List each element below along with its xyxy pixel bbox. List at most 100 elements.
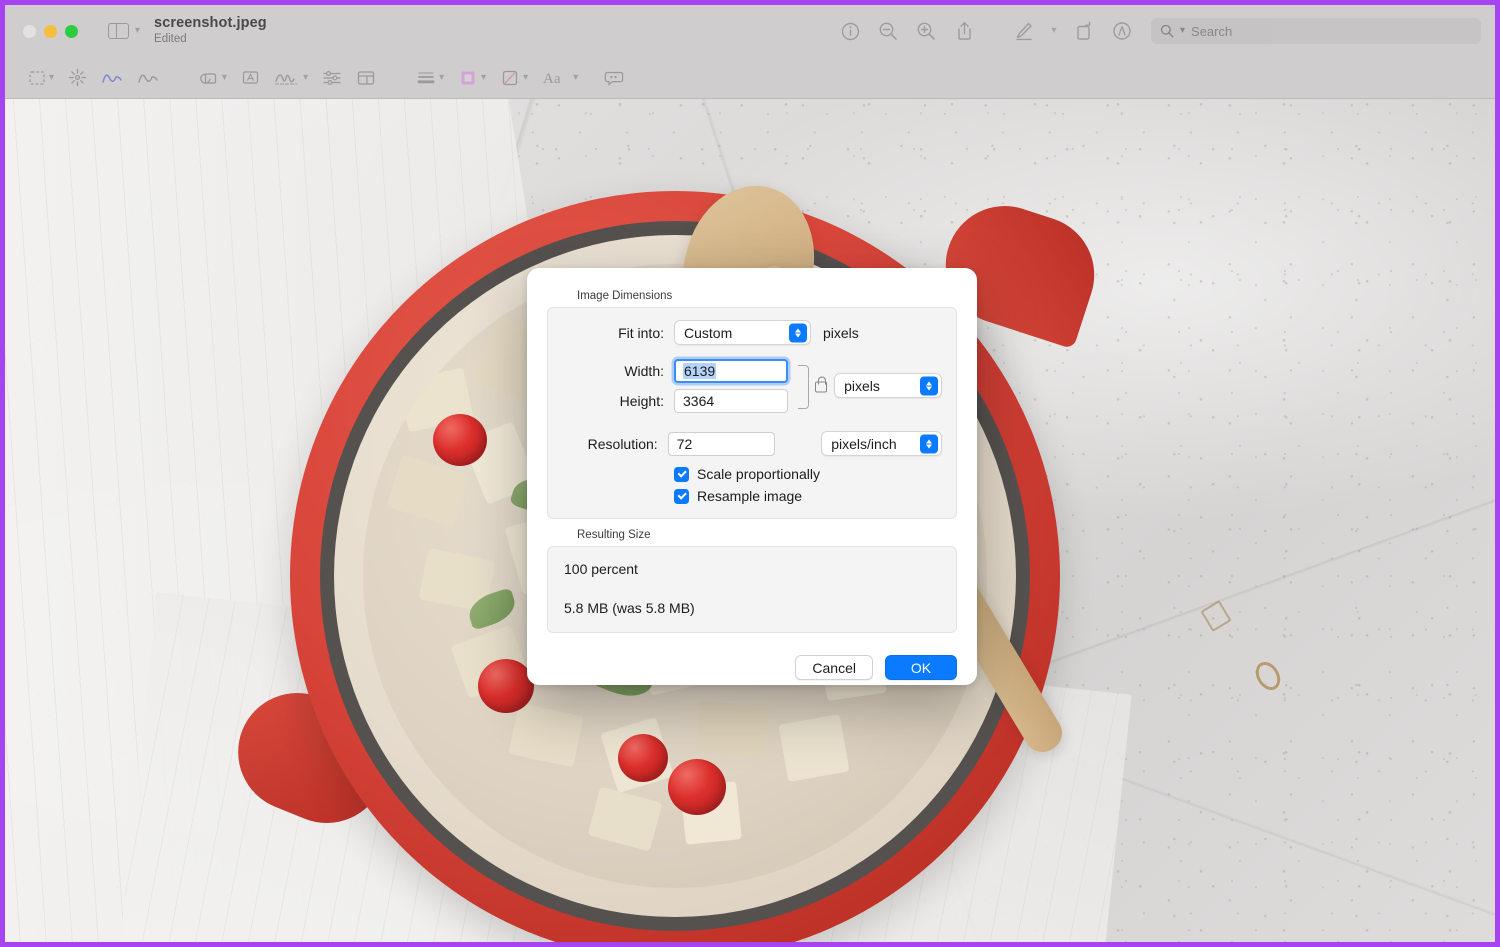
chevron-down-icon: ▾ [439,71,445,83]
image-dimensions-group: Fit into: Custom pixels Width: 6139 Heig… [547,307,957,519]
search-magnifier-icon [1160,24,1174,38]
fit-into-row: Fit into: Custom pixels [562,320,942,345]
fit-into-select[interactable]: Custom [674,320,811,345]
aspect-lock-group [796,359,834,415]
share-arrow-icon [957,22,971,40]
minimize-window-button[interactable] [44,24,57,38]
svg-text:Aa: Aa [543,71,561,87]
dialog-button-row: Cancel OK [547,655,957,680]
fill-color-icon [503,70,518,85]
shape-style-tool-button[interactable]: ▾ [409,63,451,93]
chevron-down-icon: ▾ [135,25,141,36]
fill-color-tool-button[interactable]: ▾ [493,63,535,93]
dimension-unit-select[interactable]: pixels [834,373,942,398]
info-button[interactable] [831,16,869,46]
instant-alpha-tool-button[interactable] [61,63,94,93]
circle-a-icon [1113,22,1131,40]
height-row: Height: 3364 [562,389,788,413]
resolution-value: 72 [676,435,693,452]
resolution-label: Resolution: [587,435,658,452]
dimension-unit-value: pixels [844,377,880,394]
closed-lock-icon [815,376,827,393]
close-window-button[interactable] [23,24,36,38]
markup-toolbar: ▾ ▾ ▾ ▾ ▾ ▾ Aa ▾ [5,57,1495,99]
chevron-down-icon: ▾ [303,71,309,83]
document-title-block: screenshot.jpeg Edited [154,15,267,47]
sketch-tool-button[interactable] [94,63,130,93]
height-value: 3364 [683,393,715,409]
image-canvas[interactable]: Image Dimensions Fit into: Custom pixels [5,99,1495,942]
fit-into-stepper-icon [789,323,807,342]
image-dimensions-section-label: Image Dimensions [577,290,673,302]
font-style-tool-button[interactable]: Aa ▾ [535,63,585,93]
image-resize-dialog: Image Dimensions Fit into: Custom pixels [527,268,977,685]
resolution-input[interactable]: 72 [667,431,776,456]
sidebar-icon [108,23,129,39]
fit-into-label: Fit into: [618,324,664,341]
zoom-out-button[interactable] [869,16,907,46]
chevron-down-icon: ▾ [573,71,579,83]
checkmark-icon [677,490,686,500]
chevron-down-icon: ▾ [222,71,228,83]
fit-into-unit-label: pixels [823,324,859,341]
height-input[interactable]: 3364 [674,389,788,413]
fit-into-value: Custom [684,324,733,341]
resample-image-row[interactable]: Resample image [674,488,942,504]
chevron-down-icon: ▾ [481,71,487,83]
sparkle-icon [68,68,87,87]
shapes-tool-button[interactable]: ▾ [192,63,234,93]
maximize-window-button[interactable] [65,24,78,38]
scale-proportionally-checkbox[interactable] [674,466,689,482]
rotate-button[interactable] [1065,16,1103,46]
magnifier-minus-icon [879,22,897,40]
resolution-unit-stepper-icon [920,434,938,453]
resample-image-checkbox[interactable] [674,488,689,504]
pencil-markup-icon [1016,22,1032,41]
font-aa-icon: Aa [543,71,561,87]
markup-options-button[interactable]: ▾ [1043,16,1065,46]
width-label: Width: [624,363,664,379]
resulting-file-size: 5.8 MB (was 5.8 MB) [564,600,695,616]
search-field[interactable]: ▾ Search [1151,18,1481,44]
signature-tool-button[interactable]: ▾ [267,63,315,93]
annotate-button[interactable] [1103,16,1141,46]
adjust-color-tool-button[interactable] [315,63,349,93]
resolution-unit-select[interactable]: pixels/inch [821,431,942,456]
search-placeholder: Search [1191,23,1233,39]
markup-button[interactable] [1005,16,1043,46]
signature-icon [275,73,298,85]
share-button[interactable] [945,16,983,46]
crop-resize-icon [357,70,375,85]
adjust-size-tool-button[interactable] [349,63,383,93]
text-tool-button[interactable] [234,63,267,93]
shapes-icon [200,73,217,84]
dimension-unit-stepper-icon [920,376,938,395]
resulting-percent: 100 percent [564,561,638,577]
traffic-light-group [23,24,78,38]
chevron-down-icon: ▾ [523,71,529,83]
sliders-icon [323,70,341,85]
width-height-block: Width: 6139 Height: 3364 pixels [562,359,942,419]
height-label: Height: [619,393,664,409]
ok-button[interactable]: OK [885,655,957,680]
sidebar-view-button[interactable]: ▾ [108,23,140,39]
titlebar-tool-group: ▾ ▾ Search [831,5,1481,57]
draw-tool-button[interactable] [130,63,166,93]
info-circle-icon [841,22,859,40]
text-a-box-icon [242,71,259,84]
scale-proportionally-row[interactable]: Scale proportionally [674,466,942,482]
dashed-rectangle-icon [29,70,45,85]
document-edited-status: Edited [154,32,187,45]
resulting-size-group: 100 percent 5.8 MB (was 5.8 MB) [547,546,957,633]
line-weight-icon [417,72,435,83]
resolution-unit-value: pixels/inch [831,435,897,452]
cancel-button[interactable]: Cancel [795,655,873,680]
magnifier-plus-icon [917,22,935,40]
selection-tool-button[interactable]: ▾ [21,63,61,93]
chevron-down-icon: ▾ [1051,25,1057,36]
border-color-tool-button[interactable]: ▾ [451,63,493,93]
width-input[interactable]: 6139 [674,359,788,383]
zoom-in-button[interactable] [907,16,945,46]
window-titlebar: ▾ screenshot.jpeg Edited ▾ ▾ Search [5,5,1495,57]
note-tool-button[interactable] [597,63,631,93]
